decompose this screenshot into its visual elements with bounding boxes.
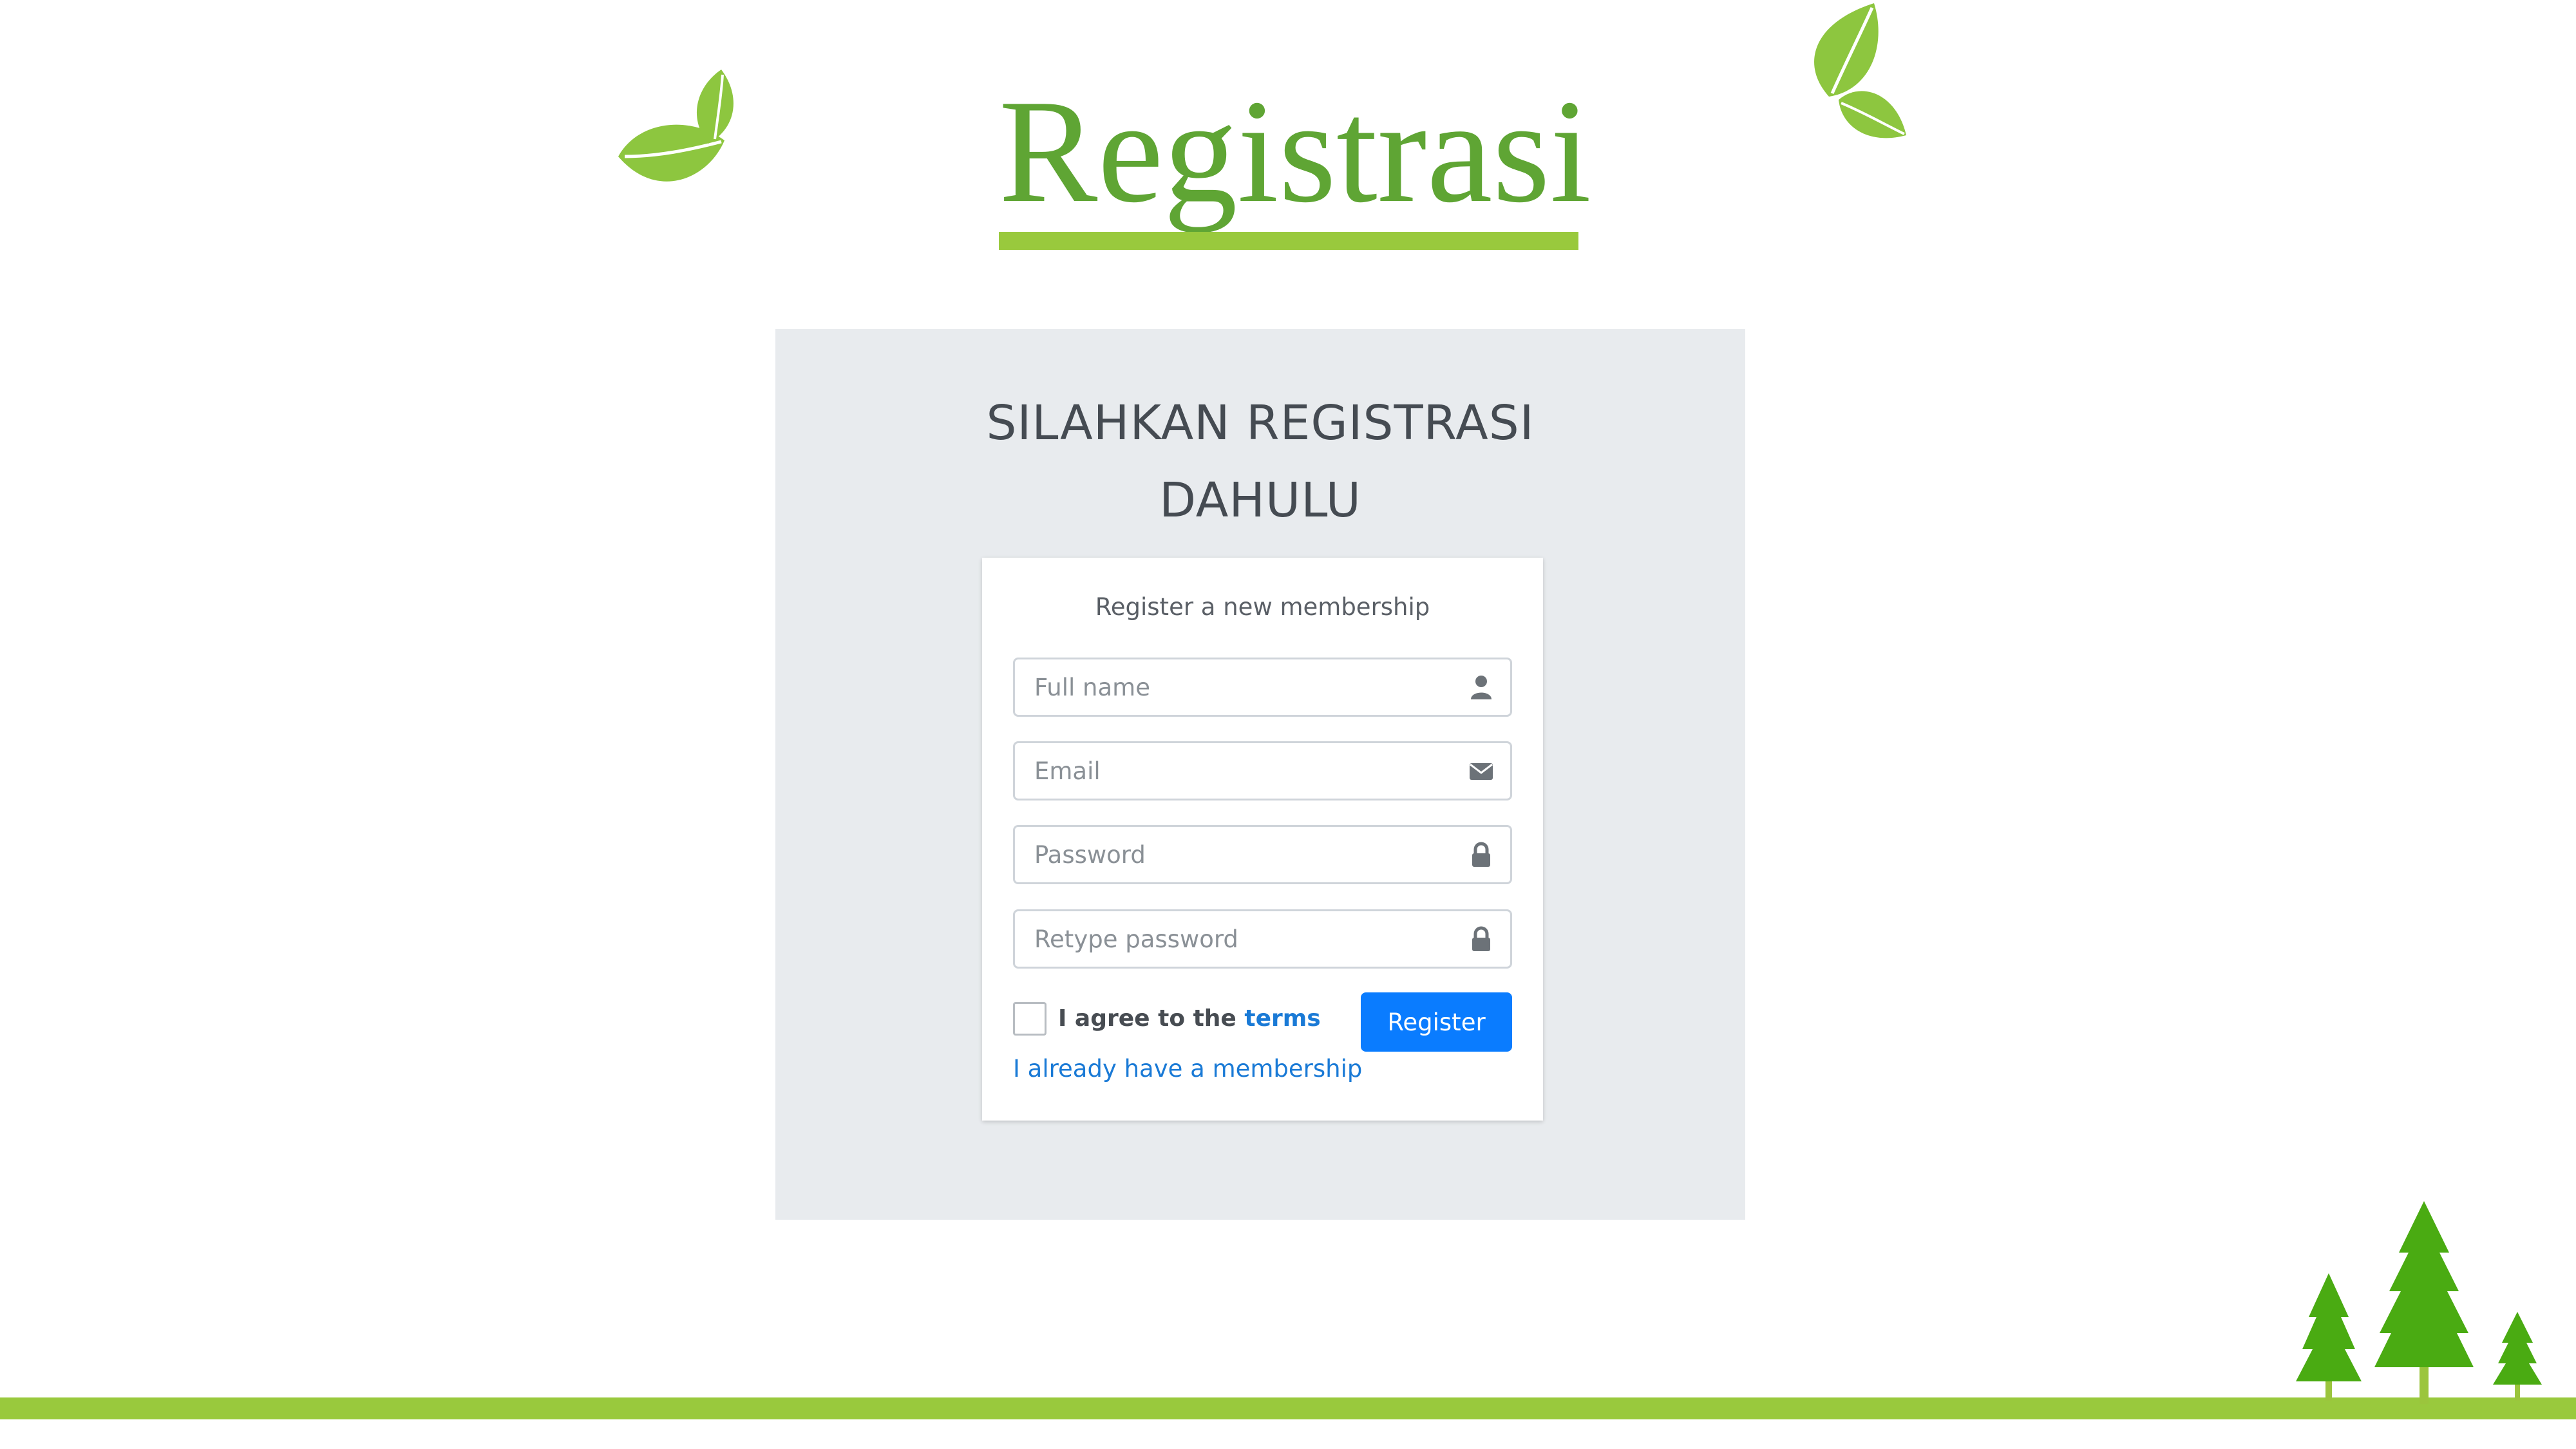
- password-input[interactable]: [1015, 827, 1453, 882]
- register-box-message: Register a new membership: [1095, 593, 1430, 621]
- panel-heading-line-1: SILAHKAN REGISTRASI: [986, 395, 1535, 451]
- title-underline: [999, 232, 1578, 250]
- trees-decoration: [2296, 1201, 2542, 1404]
- register-button[interactable]: Register: [1361, 992, 1512, 1052]
- lock-icon: [1472, 926, 1490, 951]
- lock-icon: [1472, 842, 1490, 867]
- panel-heading: SILAHKAN REGISTRASI DAHULU: [775, 384, 1745, 539]
- ground-stripe: [0, 1397, 2576, 1419]
- retype-password-input[interactable]: [1015, 911, 1453, 967]
- registration-page: Registrasi SILAHKAN REGISTRASI DAHULU Re…: [0, 0, 2576, 1449]
- email-field: [1013, 741, 1512, 800]
- panel-heading-line-2: DAHULU: [1159, 473, 1361, 528]
- retype-password-field: [1013, 909, 1512, 969]
- registration-panel: SILAHKAN REGISTRASI DAHULU Register a ne…: [775, 329, 1745, 1220]
- terms-link[interactable]: terms: [1244, 1005, 1320, 1032]
- leaf-decoration-right: [1814, 3, 1906, 138]
- fullname-field: [1013, 658, 1512, 717]
- user-icon: [1471, 676, 1492, 699]
- page-title: Registrasi: [999, 69, 1591, 233]
- leaf-decoration-left: [618, 70, 734, 182]
- fullname-input[interactable]: [1015, 659, 1453, 715]
- agree-terms-prefix: I agree to the: [1058, 1005, 1245, 1032]
- agree-terms-checkbox[interactable]: [1013, 1002, 1046, 1036]
- envelope-icon: [1470, 763, 1493, 780]
- register-card: Register a new membership Full name Emai…: [982, 558, 1543, 1121]
- agree-terms-label: I agree to the terms: [1058, 1002, 1321, 1036]
- email-input[interactable]: [1015, 743, 1453, 799]
- already-member-link[interactable]: I already have a membership: [1013, 1052, 1362, 1086]
- password-field: [1013, 825, 1512, 884]
